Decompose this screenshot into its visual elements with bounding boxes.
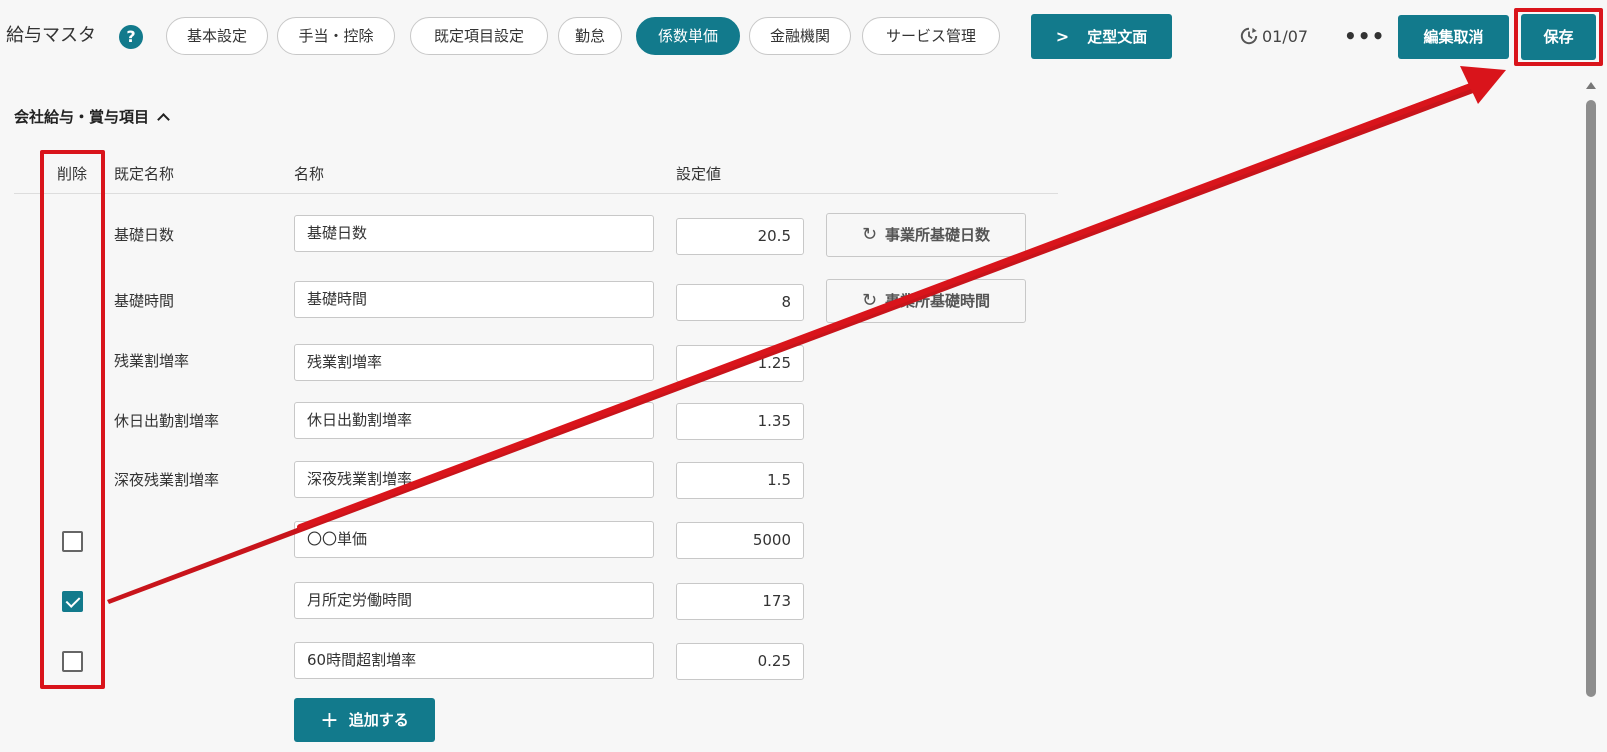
reset-office-base-days-button[interactable]: ↻ 事業所基礎日数 — [826, 213, 1026, 257]
add-item-button[interactable]: + 追加する — [294, 698, 435, 742]
value-input[interactable]: 20.5 — [676, 218, 804, 255]
chevron-up-icon — [157, 113, 170, 126]
name-input[interactable]: 基礎日数 — [294, 215, 654, 252]
reset-button-label: 事業所基礎日数 — [885, 226, 991, 244]
tab-basic-settings[interactable]: 基本設定 — [166, 17, 268, 55]
name-input[interactable]: 月所定労働時間 — [294, 582, 654, 619]
value-input[interactable]: 173 — [676, 583, 804, 620]
tab-financial-institution[interactable]: 金融機関 — [749, 17, 851, 55]
vertical-scrollbar[interactable] — [1584, 80, 1598, 740]
default-name-label: 基礎時間 — [114, 292, 175, 310]
payroll-master-page: 給与マスタ ? 基本設定 手当・控除 既定項目設定 勤怠 係数単価 金融機関 サ… — [0, 0, 1607, 752]
clock-history-icon — [1240, 27, 1258, 45]
refresh-icon: ↻ — [861, 224, 878, 245]
template-text-label: 定型文面 — [1087, 28, 1148, 46]
cancel-edit-button[interactable]: 編集取消 — [1398, 15, 1509, 59]
chevron-right-icon: > — [1055, 27, 1070, 46]
default-name-label: 残業割増率 — [114, 352, 190, 370]
reset-button-label: 事業所基礎時間 — [885, 292, 991, 310]
history-counter[interactable]: 01/07 — [1240, 24, 1308, 50]
template-text-button[interactable]: > 定型文面 — [1031, 14, 1172, 59]
refresh-icon: ↻ — [861, 290, 878, 311]
value-input[interactable]: 1.5 — [676, 462, 804, 499]
value-input[interactable]: 1.35 — [676, 403, 804, 440]
tab-attendance[interactable]: 勤怠 — [558, 17, 622, 55]
column-header-name: 名称 — [294, 165, 325, 183]
value-input[interactable]: 5000 — [676, 522, 804, 559]
default-name-label: 休日出勤割増率 — [114, 412, 220, 430]
delete-checkbox[interactable] — [62, 531, 83, 552]
column-header-delete: 削除 — [57, 165, 88, 183]
more-options-icon[interactable]: ••• — [1344, 24, 1384, 50]
value-input[interactable]: 1.25 — [676, 345, 804, 382]
tab-default-items[interactable]: 既定項目設定 — [410, 17, 548, 55]
reset-office-base-hours-button[interactable]: ↻ 事業所基礎時間 — [826, 279, 1026, 323]
name-input[interactable]: 基礎時間 — [294, 281, 654, 318]
value-input[interactable]: 0.25 — [676, 643, 804, 680]
scroll-thumb[interactable] — [1586, 100, 1596, 697]
delete-checkbox-checked[interactable] — [62, 591, 83, 612]
name-input[interactable]: 深夜残業割増率 — [294, 461, 654, 498]
section-title[interactable]: 会社給与・賞与項目 — [14, 106, 170, 128]
name-input[interactable]: 〇〇単価 — [294, 521, 654, 558]
help-icon[interactable]: ? — [119, 25, 143, 49]
tab-allowance-deduction[interactable]: 手当・控除 — [277, 17, 395, 55]
column-header-default-name: 既定名称 — [114, 165, 175, 183]
page-title: 給与マスタ — [6, 25, 96, 46]
add-item-label: 追加する — [348, 711, 409, 729]
delete-checkbox[interactable] — [62, 651, 83, 672]
tab-service-management[interactable]: サービス管理 — [862, 17, 1000, 55]
value-input[interactable]: 8 — [676, 284, 804, 321]
column-header-value: 設定値 — [676, 165, 722, 183]
section-title-text: 会社給与・賞与項目 — [14, 108, 150, 126]
save-button[interactable]: 保存 — [1521, 14, 1596, 60]
name-input[interactable]: 休日出勤割増率 — [294, 402, 654, 439]
history-count: 01/07 — [1262, 27, 1309, 46]
name-input[interactable]: 60時間超割増率 — [294, 642, 654, 679]
default-name-label: 深夜残業割増率 — [114, 471, 220, 489]
plus-icon: + — [320, 708, 339, 733]
name-input[interactable]: 残業割増率 — [294, 344, 654, 381]
tab-coefficient-unit-price[interactable]: 係数単価 — [636, 17, 740, 55]
header-divider — [14, 193, 1058, 194]
default-name-label: 基礎日数 — [114, 226, 175, 244]
scroll-up-icon[interactable] — [1586, 82, 1596, 89]
